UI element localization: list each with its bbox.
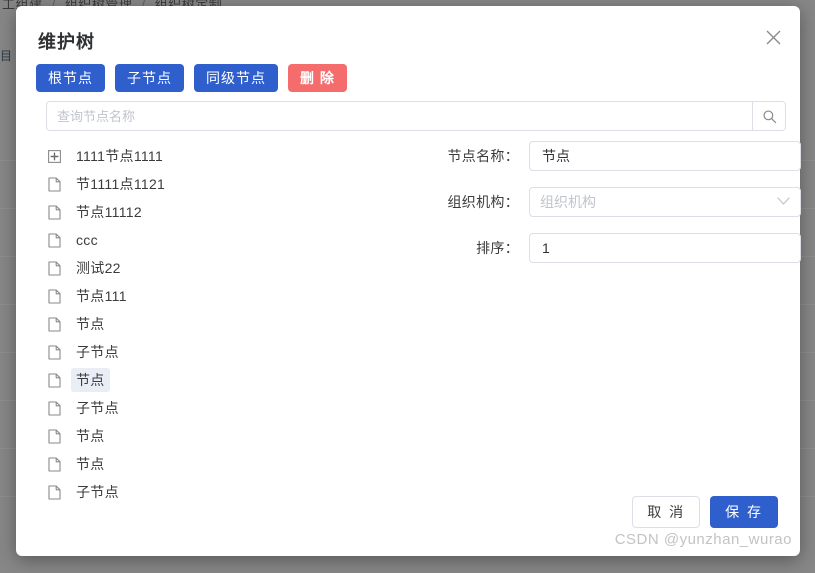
expand-plus-icon[interactable] [46, 148, 62, 164]
tree-node[interactable]: 节点 [46, 366, 416, 394]
file-icon [47, 176, 61, 192]
tree-node-label: 节点111 [76, 288, 127, 304]
search-input[interactable] [46, 101, 752, 131]
node-detail-form: 节点名称： 组织机构： 组织机构排序： [441, 141, 801, 279]
sort-order-control[interactable] [529, 233, 801, 263]
sort-order-label: 排序： [476, 240, 519, 256]
dialog-footer: 取 消 保 存 [632, 496, 778, 528]
form-row-sort-order: 排序： [441, 233, 801, 263]
tree-node-label: 测试22 [76, 260, 121, 276]
sibling-node-button[interactable]: 同级节点 [194, 64, 278, 92]
search-button[interactable] [752, 101, 786, 131]
tree-node-label: 节1111点1121 [76, 176, 166, 192]
node-name-control[interactable] [529, 141, 801, 171]
node-name-input[interactable] [540, 147, 790, 165]
file-icon [46, 288, 62, 304]
tree-node[interactable]: ccc [46, 226, 416, 254]
organization-control[interactable]: 组织机构 [529, 187, 801, 217]
file-icon [47, 316, 61, 332]
tree-node-label: 节点 [76, 428, 105, 444]
tree-search-row [46, 101, 786, 131]
file-icon [47, 232, 61, 248]
file-icon [47, 288, 61, 304]
form-row-node-name: 节点名称： [441, 141, 801, 171]
sidebar-fragment: 目 [0, 49, 13, 63]
file-icon [47, 456, 61, 472]
cancel-button[interactable]: 取 消 [632, 496, 701, 528]
file-icon [47, 204, 61, 220]
maintain-tree-dialog: 维护树 根节点 子节点 同级节点 删 除 1111节点1111 节1111点112… [16, 6, 801, 556]
file-icon [47, 484, 61, 500]
tree-node[interactable]: 测试22 [46, 254, 416, 282]
file-icon [46, 232, 62, 248]
tree-node[interactable]: 节点 [46, 450, 416, 478]
organization-label: 组织机构： [447, 194, 519, 210]
search-icon [762, 109, 776, 123]
delete-button[interactable]: 删 除 [288, 64, 347, 92]
tree-node[interactable]: 子节点 [46, 338, 416, 366]
tree-node[interactable]: 节点111 [46, 282, 416, 310]
tree-node[interactable]: 子节点 [46, 394, 416, 422]
dialog-title: 维护树 [38, 32, 95, 52]
node-tree: 1111节点1111 节1111点1121 节点11112 ccc 测试22 节点111 节… [46, 142, 416, 506]
file-icon [46, 316, 62, 332]
file-icon [47, 428, 61, 444]
file-icon [47, 372, 61, 388]
file-icon [47, 344, 61, 360]
tree-node-label: 子节点 [76, 344, 119, 360]
tree-node[interactable]: 1111节点1111 [46, 142, 416, 170]
file-icon [46, 484, 62, 500]
file-icon [46, 176, 62, 192]
tree-node-label: 节点11112 [76, 204, 142, 220]
close-icon[interactable] [760, 24, 786, 50]
tree-node-label: 子节点 [76, 484, 119, 500]
tree-node[interactable]: 节1111点1121 [46, 170, 416, 198]
file-icon [46, 428, 62, 444]
save-button[interactable]: 保 存 [710, 496, 778, 528]
tree-node[interactable]: 节点 [46, 310, 416, 338]
node-name-label: 节点名称： [447, 148, 519, 164]
tree-node-label: 子节点 [76, 400, 119, 416]
file-icon [46, 400, 62, 416]
watermark: CSDN @yunzhan_wurao [614, 531, 792, 548]
tree-node-label: 节点 [71, 368, 110, 392]
tree-node[interactable]: 节点11112 [46, 198, 416, 226]
expand-plus-icon [47, 149, 61, 163]
tree-node-label: 节点 [76, 456, 105, 472]
organization-placeholder: 组织机构 [540, 194, 596, 210]
file-icon [46, 344, 62, 360]
file-icon [47, 260, 61, 276]
file-icon [47, 400, 61, 416]
tree-node-label: ccc [76, 232, 98, 248]
form-row-organization: 组织机构： 组织机构 [441, 187, 801, 217]
file-icon [46, 372, 62, 388]
tree-node-label: 节点 [76, 316, 105, 332]
root-node-button[interactable]: 根节点 [36, 64, 105, 92]
chevron-down-icon [777, 193, 790, 211]
tree-node[interactable]: 子节点 [46, 478, 416, 506]
child-node-button[interactable]: 子节点 [115, 64, 184, 92]
tree-action-bar: 根节点 子节点 同级节点 删 除 [36, 64, 347, 92]
tree-node-label: 1111节点1111 [76, 148, 164, 164]
file-icon [46, 204, 62, 220]
tree-node[interactable]: 节点 [46, 422, 416, 450]
sort-order-input[interactable] [540, 239, 790, 257]
file-icon [46, 260, 62, 276]
file-icon [46, 456, 62, 472]
